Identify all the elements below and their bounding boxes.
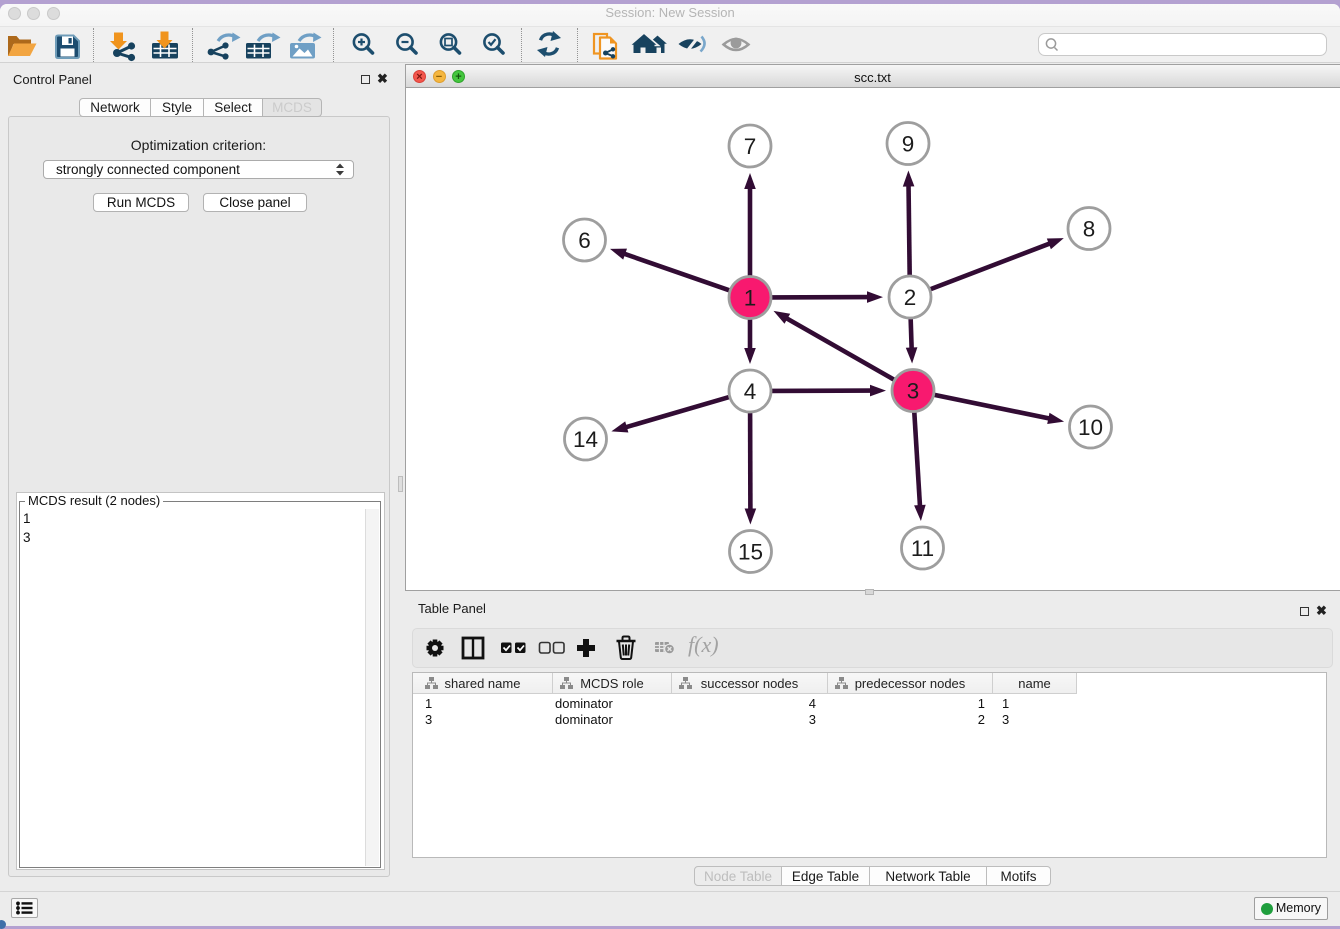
svg-text:4: 4 xyxy=(744,379,757,404)
svg-text:15: 15 xyxy=(738,540,763,565)
svg-text:7: 7 xyxy=(744,134,757,159)
svg-text:14: 14 xyxy=(573,427,598,452)
svg-text:8: 8 xyxy=(1083,217,1096,242)
svg-text:9: 9 xyxy=(902,132,915,157)
svg-text:3: 3 xyxy=(907,379,920,404)
svg-text:2: 2 xyxy=(904,285,917,310)
svg-text:6: 6 xyxy=(578,228,591,253)
svg-text:11: 11 xyxy=(911,536,934,561)
svg-text:10: 10 xyxy=(1078,415,1103,440)
svg-text:1: 1 xyxy=(744,286,757,311)
